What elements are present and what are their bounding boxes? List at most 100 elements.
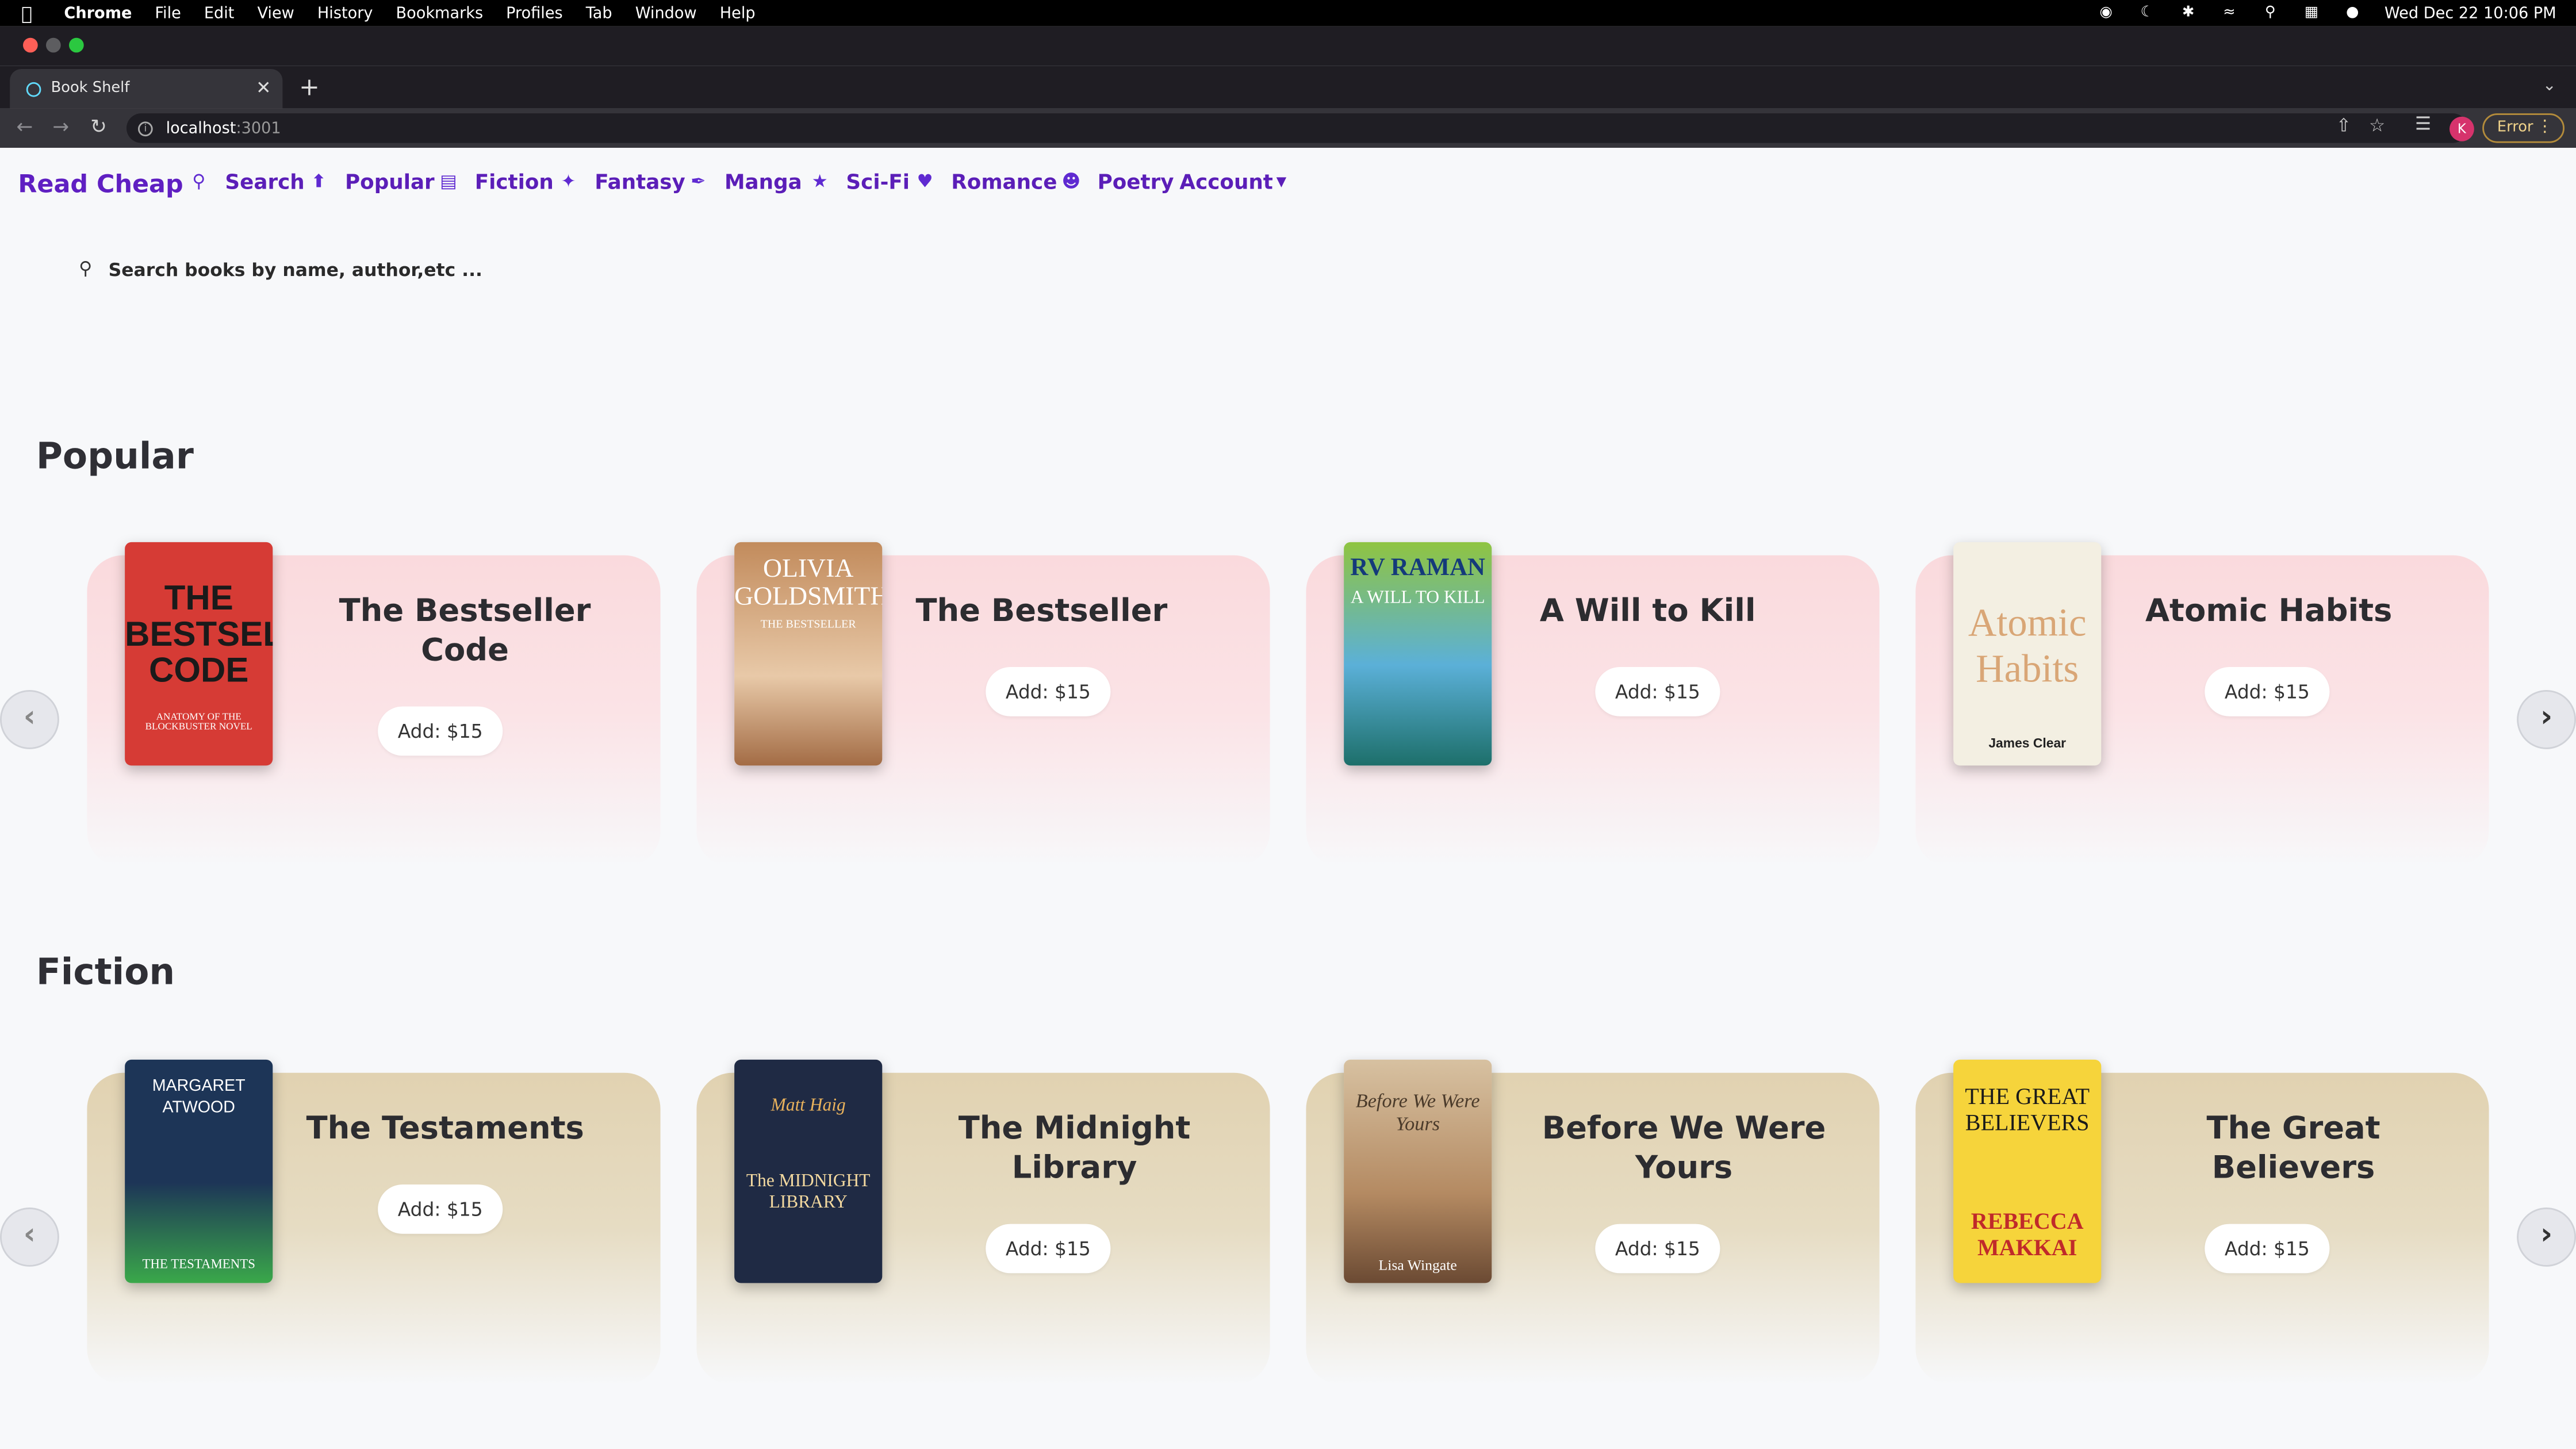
menu-tab[interactable]: Tab (586, 4, 612, 22)
book-cover[interactable]: Matt Haig The MIDNIGHT LIBRARY (734, 1059, 883, 1283)
book-cover[interactable]: RV RAMAN A WILL TO KILL (1344, 542, 1492, 766)
book-card[interactable]: MARGARET ATWOOD THE TESTAMENTS The Testa… (87, 1059, 661, 1385)
more-menu-icon[interactable]: ⋮ (2536, 118, 2553, 136)
tab-search-chevron-icon[interactable]: ⌄ (2543, 77, 2556, 95)
nav-search[interactable]: ⚲ Search (189, 169, 304, 194)
book-title: The Bestseller Code (339, 593, 591, 669)
book-cover[interactable]: Atomic Habits James Clear (1953, 542, 2102, 766)
book-card[interactable]: RV RAMAN A WILL TO KILL A Will to Kill A… (1306, 542, 1880, 868)
book-card[interactable]: THE BESTSELLER CODE ANATOMY OF THE BLOCK… (87, 542, 661, 868)
close-window-button[interactable] (23, 37, 38, 53)
add-to-cart-button[interactable]: Add: $15 (378, 1184, 503, 1234)
popular-prev-arrow[interactable]: ‹ (0, 690, 59, 749)
browser-toolbar: ← → ↻ i localhost:3001 ⇧ ☆ ☰ (0, 108, 2576, 148)
status-area: ◉ ☾ ✱ ≈ ⚲ ▦ ● Wed Dec 22 10:06 PM (2097, 0, 2556, 26)
cover-title: THE BESTSELLER CODE (125, 580, 273, 690)
add-to-cart-button[interactable]: Add: $15 (1595, 667, 1720, 716)
book-card[interactable]: Atomic Habits James Clear Atomic Habits … (1915, 542, 2489, 868)
book-cover[interactable]: Before We Were Yours Lisa Wingate (1344, 1059, 1492, 1283)
new-tab-plus-icon[interactable]: + (299, 72, 320, 102)
cover-title: THE GREAT BELIEVERS (1965, 1086, 2090, 1137)
fiction-next-arrow[interactable]: › (2517, 1208, 2576, 1267)
book-cover[interactable]: THE GREAT BELIEVERS REBECCA MAKKAI (1953, 1059, 2102, 1283)
book-cover[interactable]: OLIVIA GOLDSMITH THE BESTSELLER (734, 542, 883, 766)
cover-subtitle: ANATOMY OF THE BLOCKBUSTER NOVEL (145, 713, 252, 733)
profile-avatar[interactable]: K (2450, 116, 2474, 141)
url-text: localhost:3001 (166, 119, 281, 137)
book-cover[interactable]: MARGARET ATWOOD THE TESTAMENTS (125, 1059, 273, 1283)
menu-app-name[interactable]: Chrome (64, 4, 132, 22)
focus-moon-icon[interactable]: ☾ (2138, 5, 2156, 21)
zoom-window-button[interactable] (69, 37, 84, 53)
search-input[interactable] (105, 257, 769, 282)
menu-edit[interactable]: Edit (204, 4, 235, 22)
search-icon: ⚲ (192, 170, 206, 191)
site-info-icon[interactable]: i (138, 121, 153, 136)
screen-record-icon[interactable]: ◉ (2097, 5, 2115, 21)
cover-title: MARGARET ATWOOD (152, 1078, 246, 1117)
account-dropdown[interactable]: Account ▼ (1179, 169, 1286, 194)
book-cover[interactable]: THE BESTSELLER CODE ANATOMY OF THE BLOCK… (125, 542, 273, 766)
astronaut-icon: ★ (811, 170, 828, 191)
tab-title: Book Shelf (51, 80, 130, 97)
tab-book-shelf[interactable]: Book Shelf ✕ (10, 69, 283, 109)
add-to-cart-button[interactable]: Add: $15 (378, 706, 503, 756)
book-card[interactable]: OLIVIA GOLDSMITH THE BESTSELLER The Best… (696, 542, 1270, 868)
forward-arrow-icon[interactable]: → (52, 115, 69, 138)
menu-help[interactable]: Help (720, 4, 756, 22)
book-card[interactable]: Before We Were Yours Lisa Wingate Before… (1306, 1059, 1880, 1385)
nav-romance-label: Romance (951, 169, 1057, 194)
cover-subtitle: THE BESTSELLER (760, 618, 856, 631)
reading-list-icon[interactable]: ☰ (2415, 113, 2431, 135)
nav-fantasy-label: Fantasy (595, 169, 685, 194)
add-to-cart-button[interactable]: Add: $15 (2205, 1224, 2330, 1274)
book-card[interactable]: Matt Haig The MIDNIGHT LIBRARY The Midni… (696, 1059, 1270, 1385)
reload-icon[interactable]: ↻ (90, 115, 107, 138)
popular-next-arrow[interactable]: › (2517, 690, 2576, 749)
heart-icon: ♥ (917, 170, 933, 191)
spotlight-search-icon[interactable]: ⚲ (2261, 5, 2279, 21)
menu-window[interactable]: Window (635, 4, 697, 22)
bluetooth-icon[interactable]: ✱ (2179, 5, 2197, 21)
add-to-cart-button[interactable]: Add: $15 (986, 1224, 1111, 1274)
add-to-cart-button[interactable]: Add: $15 (1595, 1224, 1720, 1274)
wifi-icon[interactable]: ≈ (2220, 5, 2238, 21)
bookmark-star-icon[interactable]: ☆ (2369, 115, 2385, 136)
minimize-window-button[interactable] (46, 37, 61, 53)
nav-scifi[interactable]: ★ Sci-Fi (810, 169, 910, 194)
menu-file[interactable]: File (155, 4, 181, 22)
nav-manga[interactable]: ✒ Manga (688, 169, 802, 194)
url-host: localhost (166, 119, 236, 137)
cover-subtitle: REBECCA MAKKAI (1971, 1210, 2084, 1262)
nav-fiction[interactable]: ▤ Fiction (439, 169, 554, 194)
nav-popular[interactable]: ⬆ Popular (309, 169, 435, 194)
back-arrow-icon[interactable]: ← (17, 115, 33, 138)
control-center-icon[interactable]: ▦ (2302, 5, 2320, 21)
menu-bookmarks[interactable]: Bookmarks (396, 4, 483, 22)
add-to-cart-button[interactable]: Add: $15 (986, 667, 1111, 716)
menu-profiles[interactable]: Profiles (506, 4, 563, 22)
address-bar[interactable]: i localhost:3001 ⇧ ☆ (126, 113, 2468, 143)
cover-subtitle: Lisa Wingate (1378, 1256, 1457, 1274)
menu-view[interactable]: View (257, 4, 294, 22)
add-to-cart-button[interactable]: Add: $15 (2205, 667, 2330, 716)
error-button[interactable]: Error ⋮ (2482, 113, 2564, 143)
book-card[interactable]: THE GREAT BELIEVERS REBECCA MAKKAI The G… (1915, 1059, 2489, 1385)
share-icon[interactable]: ⇧ (2336, 115, 2351, 136)
fiction-prev-arrow[interactable]: ‹ (0, 1208, 59, 1267)
section-title-popular: Popular (36, 437, 194, 478)
brand-logo[interactable]: Read Cheap (18, 169, 183, 198)
menubar-clock[interactable]: Wed Dec 22 10:06 PM (2385, 4, 2556, 22)
siri-icon[interactable]: ● (2343, 5, 2361, 21)
cover-subtitle: THE TESTAMENTS (142, 1256, 255, 1272)
nav-fantasy[interactable]: ✦ Fantasy (558, 169, 685, 194)
menu-history[interactable]: History (317, 4, 373, 22)
cover-subtitle: The MIDNIGHT LIBRARY (746, 1171, 871, 1213)
nav-poetry[interactable]: ☻ Poetry (1061, 169, 1174, 194)
window-titlebar (0, 26, 2576, 66)
apple-icon[interactable]:  (21, 2, 41, 24)
close-tab-icon[interactable]: ✕ (256, 77, 271, 98)
nav-scifi-label: Sci-Fi (846, 169, 910, 194)
top-navigation: Read Cheap ⚲ Search ⬆ Popular ▤ Fiction … (0, 148, 2576, 217)
nav-romance[interactable]: ♥ Romance (915, 169, 1057, 194)
